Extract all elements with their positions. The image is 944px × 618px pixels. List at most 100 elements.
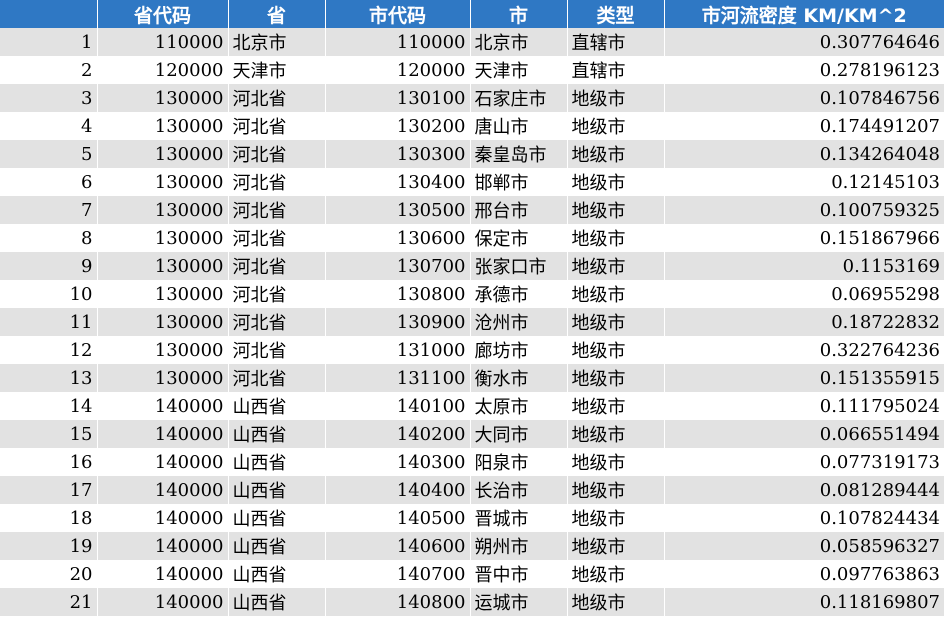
city-cell[interactable]: 运城市 bbox=[470, 588, 568, 616]
province-code-cell[interactable]: 130000 bbox=[97, 308, 229, 336]
city-cell[interactable]: 晋中市 bbox=[470, 560, 568, 588]
river-density-cell[interactable]: 0.097763863 bbox=[664, 560, 944, 588]
province-cell[interactable]: 河北省 bbox=[228, 252, 326, 280]
header-river-density[interactable]: 市河流密度 KM/KM^2 bbox=[664, 0, 944, 28]
province-code-cell[interactable]: 130000 bbox=[97, 336, 229, 364]
province-code-cell[interactable]: 130000 bbox=[97, 196, 229, 224]
row-index[interactable]: 7 bbox=[0, 196, 98, 224]
table-row[interactable]: 10 130000 河北省 130800 承德市 地级市 0.06955298 bbox=[0, 280, 944, 308]
city-code-cell[interactable]: 140500 bbox=[325, 504, 471, 532]
province-code-cell[interactable]: 130000 bbox=[97, 280, 229, 308]
row-index[interactable]: 16 bbox=[0, 448, 98, 476]
province-code-cell[interactable]: 130000 bbox=[97, 252, 229, 280]
city-cell[interactable]: 保定市 bbox=[470, 224, 568, 252]
river-density-cell[interactable]: 0.100759325 bbox=[664, 196, 944, 224]
river-density-cell[interactable]: 0.151867966 bbox=[664, 224, 944, 252]
table-row[interactable]: 7 130000 河北省 130500 邢台市 地级市 0.100759325 bbox=[0, 196, 944, 224]
province-code-cell[interactable]: 140000 bbox=[97, 560, 229, 588]
table-row[interactable]: 9 130000 河北省 130700 张家口市 地级市 0.1153169 bbox=[0, 252, 944, 280]
river-density-cell[interactable]: 0.066551494 bbox=[664, 420, 944, 448]
table-row[interactable]: 1 110000 北京市 110000 北京市 直辖市 0.307764646 bbox=[0, 28, 944, 56]
river-density-cell[interactable]: 0.058596327 bbox=[664, 532, 944, 560]
type-cell[interactable]: 直辖市 bbox=[567, 28, 665, 56]
table-row[interactable]: 16 140000 山西省 140300 阳泉市 地级市 0.077319173 bbox=[0, 448, 944, 476]
table-row[interactable]: 8 130000 河北省 130600 保定市 地级市 0.151867966 bbox=[0, 224, 944, 252]
province-cell[interactable]: 北京市 bbox=[228, 28, 326, 56]
table-row[interactable]: 20 140000 山西省 140700 晋中市 地级市 0.097763863 bbox=[0, 560, 944, 588]
province-code-cell[interactable]: 130000 bbox=[97, 140, 229, 168]
city-code-cell[interactable]: 130300 bbox=[325, 140, 471, 168]
province-cell[interactable]: 河北省 bbox=[228, 112, 326, 140]
city-code-cell[interactable]: 110000 bbox=[325, 28, 471, 56]
city-code-cell[interactable]: 130200 bbox=[325, 112, 471, 140]
city-code-cell[interactable]: 130100 bbox=[325, 84, 471, 112]
table-row[interactable]: 15 140000 山西省 140200 大同市 地级市 0.066551494 bbox=[0, 420, 944, 448]
row-index[interactable]: 10 bbox=[0, 280, 98, 308]
city-cell[interactable]: 张家口市 bbox=[470, 252, 568, 280]
province-cell[interactable]: 河北省 bbox=[228, 224, 326, 252]
province-code-cell[interactable]: 130000 bbox=[97, 224, 229, 252]
province-cell[interactable]: 山西省 bbox=[228, 392, 326, 420]
row-index[interactable]: 18 bbox=[0, 504, 98, 532]
city-code-cell[interactable]: 140300 bbox=[325, 448, 471, 476]
row-index[interactable]: 6 bbox=[0, 168, 98, 196]
type-cell[interactable]: 地级市 bbox=[567, 252, 665, 280]
city-code-cell[interactable]: 120000 bbox=[325, 56, 471, 84]
province-cell[interactable]: 河北省 bbox=[228, 308, 326, 336]
city-code-cell[interactable]: 140600 bbox=[325, 532, 471, 560]
type-cell[interactable]: 地级市 bbox=[567, 196, 665, 224]
type-cell[interactable]: 地级市 bbox=[567, 532, 665, 560]
river-density-cell[interactable]: 0.118169807 bbox=[664, 588, 944, 616]
type-cell[interactable]: 地级市 bbox=[567, 84, 665, 112]
river-density-cell[interactable]: 0.322764236 bbox=[664, 336, 944, 364]
river-density-cell[interactable]: 0.081289444 bbox=[664, 476, 944, 504]
river-density-cell[interactable]: 0.151355915 bbox=[664, 364, 944, 392]
table-row[interactable]: 14 140000 山西省 140100 太原市 地级市 0.111795024 bbox=[0, 392, 944, 420]
row-index[interactable]: 15 bbox=[0, 420, 98, 448]
table-row[interactable]: 17 140000 山西省 140400 长治市 地级市 0.081289444 bbox=[0, 476, 944, 504]
header-province[interactable]: 省 bbox=[228, 0, 326, 28]
province-code-cell[interactable]: 140000 bbox=[97, 448, 229, 476]
type-cell[interactable]: 地级市 bbox=[567, 280, 665, 308]
city-cell[interactable]: 太原市 bbox=[470, 392, 568, 420]
province-code-cell[interactable]: 130000 bbox=[97, 84, 229, 112]
province-cell[interactable]: 山西省 bbox=[228, 532, 326, 560]
type-cell[interactable]: 地级市 bbox=[567, 224, 665, 252]
province-cell[interactable]: 河北省 bbox=[228, 140, 326, 168]
river-density-cell[interactable]: 0.174491207 bbox=[664, 112, 944, 140]
row-index[interactable]: 17 bbox=[0, 476, 98, 504]
river-density-cell[interactable]: 0.06955298 bbox=[664, 280, 944, 308]
header-index[interactable] bbox=[0, 0, 98, 28]
type-cell[interactable]: 地级市 bbox=[567, 336, 665, 364]
row-index[interactable]: 12 bbox=[0, 336, 98, 364]
type-cell[interactable]: 地级市 bbox=[567, 140, 665, 168]
header-city-code[interactable]: 市代码 bbox=[325, 0, 471, 28]
city-cell[interactable]: 大同市 bbox=[470, 420, 568, 448]
city-cell[interactable]: 邯郸市 bbox=[470, 168, 568, 196]
table-row[interactable]: 12 130000 河北省 131000 廊坊市 地级市 0.322764236 bbox=[0, 336, 944, 364]
table-row[interactable]: 13 130000 河北省 131100 衡水市 地级市 0.151355915 bbox=[0, 364, 944, 392]
city-cell[interactable]: 承德市 bbox=[470, 280, 568, 308]
province-code-cell[interactable]: 130000 bbox=[97, 112, 229, 140]
type-cell[interactable]: 地级市 bbox=[567, 448, 665, 476]
header-province-code[interactable]: 省代码 bbox=[97, 0, 229, 28]
city-code-cell[interactable]: 130500 bbox=[325, 196, 471, 224]
table-row[interactable]: 3 130000 河北省 130100 石家庄市 地级市 0.107846756 bbox=[0, 84, 944, 112]
type-cell[interactable]: 地级市 bbox=[567, 308, 665, 336]
province-code-cell[interactable]: 140000 bbox=[97, 532, 229, 560]
province-code-cell[interactable]: 140000 bbox=[97, 476, 229, 504]
city-code-cell[interactable]: 130900 bbox=[325, 308, 471, 336]
province-cell[interactable]: 山西省 bbox=[228, 476, 326, 504]
city-cell[interactable]: 天津市 bbox=[470, 56, 568, 84]
city-code-cell[interactable]: 140700 bbox=[325, 560, 471, 588]
province-code-cell[interactable]: 140000 bbox=[97, 588, 229, 616]
row-index[interactable]: 3 bbox=[0, 84, 98, 112]
row-index[interactable]: 1 bbox=[0, 28, 98, 56]
row-index[interactable]: 5 bbox=[0, 140, 98, 168]
province-cell[interactable]: 河北省 bbox=[228, 196, 326, 224]
city-code-cell[interactable]: 131100 bbox=[325, 364, 471, 392]
city-code-cell[interactable]: 130600 bbox=[325, 224, 471, 252]
river-density-cell[interactable]: 0.107846756 bbox=[664, 84, 944, 112]
city-code-cell[interactable]: 130400 bbox=[325, 168, 471, 196]
row-index[interactable]: 2 bbox=[0, 56, 98, 84]
